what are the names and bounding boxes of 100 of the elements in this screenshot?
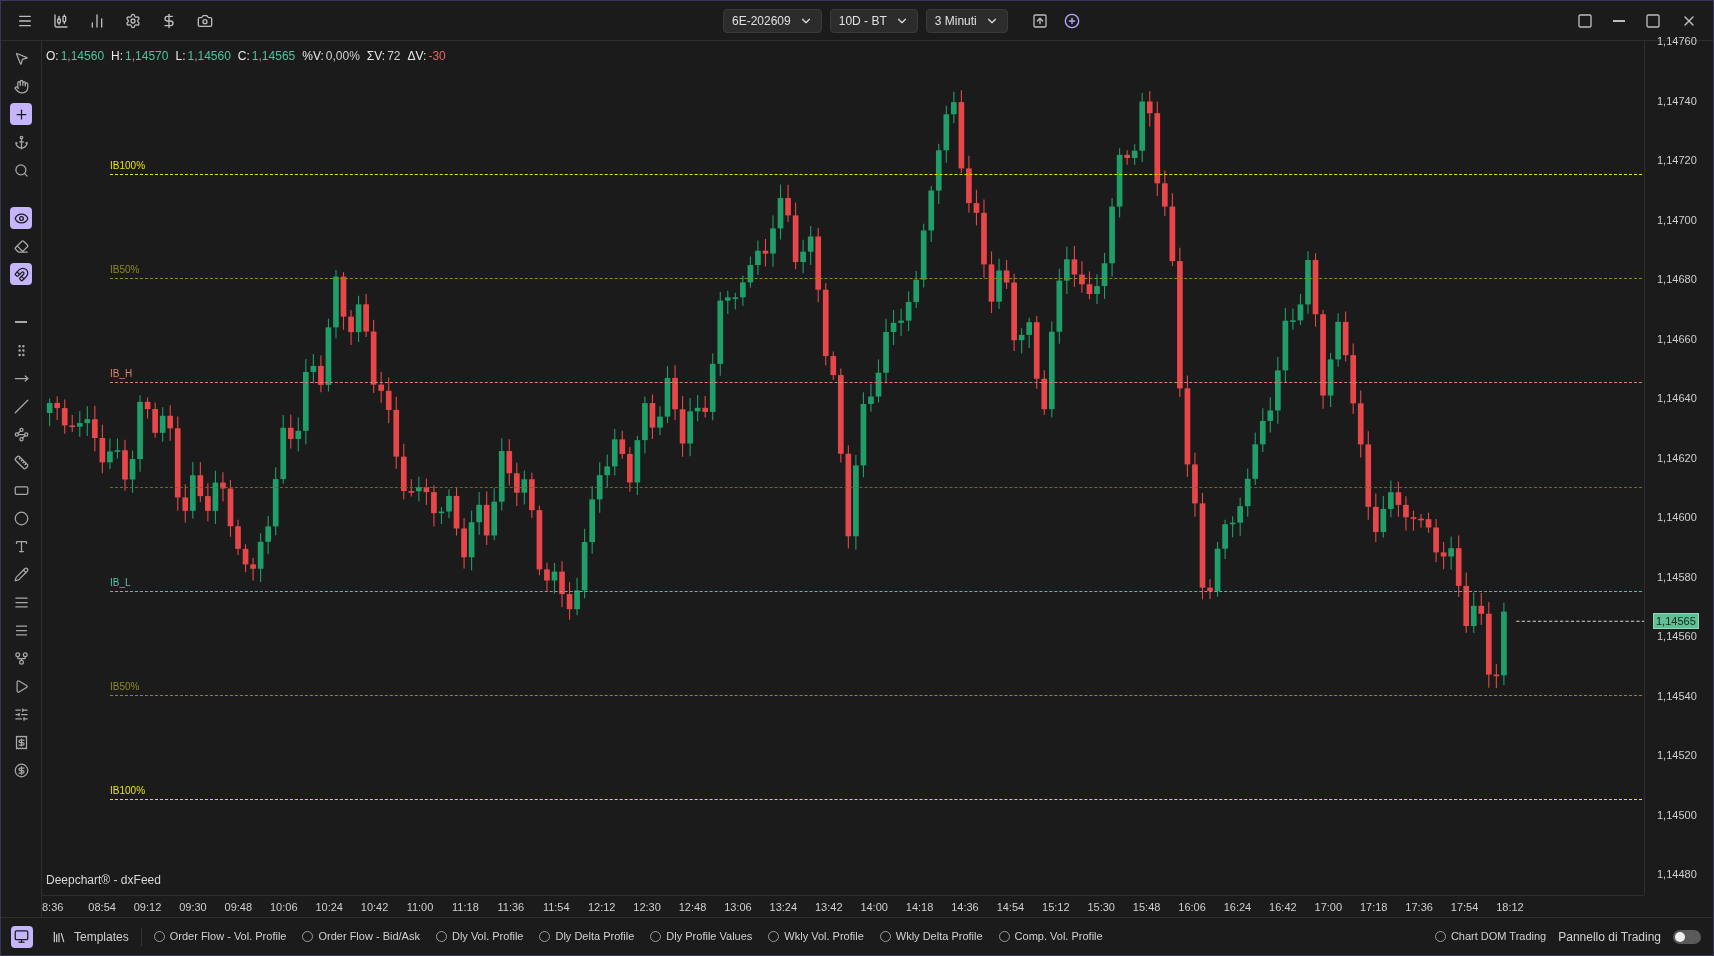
eye-tool[interactable] <box>10 207 32 229</box>
price-tick: 1,14760 <box>1657 36 1697 47</box>
price-tick: 1,14620 <box>1657 452 1697 464</box>
time-tick: 10:24 <box>315 900 343 915</box>
eye-icon <box>13 210 29 226</box>
level-label: IB100% <box>110 161 146 172</box>
eraser-icon <box>13 238 29 254</box>
add-icon <box>1063 13 1080 29</box>
template-option[interactable]: Order Flow - Bid/Ask <box>302 928 420 945</box>
time-tick: 12:12 <box>587 900 616 915</box>
time-tick: 16:42 <box>1269 900 1297 915</box>
dollar-icon <box>161 12 177 29</box>
dropdown[interactable]: 6E-202609 <box>723 9 822 33</box>
time-tick: 13:42 <box>814 900 843 915</box>
export-icon <box>1031 13 1048 29</box>
template-option[interactable]: Dly Vol. Profile <box>435 928 524 945</box>
time-tick: 11:54 <box>542 900 570 915</box>
template-option[interactable]: Order Flow - Vol. Profile <box>153 928 287 945</box>
template-option[interactable]: Wkly Delta Profile <box>879 928 983 945</box>
ohlc-value: 72 <box>387 48 401 65</box>
price-tick: 1,14640 <box>1657 393 1697 405</box>
time-tick: 15:12 <box>1042 900 1070 915</box>
price-tick: 1,14540 <box>1657 690 1697 702</box>
monitor-button[interactable] <box>10 925 33 948</box>
last-price-tag: 1,14565 <box>1653 613 1699 630</box>
fork-icon <box>13 650 29 666</box>
level-label: IB_L <box>110 577 131 588</box>
time-tick: 17:54 <box>1450 900 1479 915</box>
magnet-tool[interactable] <box>10 263 32 285</box>
time-tick: 16:06 <box>1178 900 1206 915</box>
receipt-icon <box>13 734 29 750</box>
level-label: IB100% <box>110 786 146 797</box>
time-tick: 11:36 <box>497 900 525 915</box>
data-source: Deepchart® - dxFeed <box>46 872 161 889</box>
time-tick: 8:36 <box>42 900 64 915</box>
ohlc-value: 1,14570 <box>125 48 169 65</box>
time-tick: 12:48 <box>678 900 707 915</box>
time-tick: 17:18 <box>1359 900 1388 915</box>
templates-button[interactable]: Templates <box>52 927 142 946</box>
maximize-icon <box>1645 12 1661 29</box>
time-tick: 18:12 <box>1496 900 1524 915</box>
text-icon <box>13 538 29 554</box>
time-tick: 17:00 <box>1314 900 1343 915</box>
layout-icon <box>1577 12 1593 29</box>
time-tick: 08:54 <box>88 900 116 915</box>
monitor-icon <box>14 929 29 944</box>
price-tick: 1,14580 <box>1657 571 1697 583</box>
time-tick: 14:00 <box>860 900 888 915</box>
time-tick: 13:24 <box>769 900 798 915</box>
ellipse-icon <box>13 510 29 526</box>
level-label: IB50% <box>110 265 140 276</box>
templates-icon <box>52 929 66 944</box>
dollar-icon <box>13 762 29 778</box>
price-tick: 1,14660 <box>1657 333 1697 345</box>
sliders-icon <box>13 706 29 722</box>
time-tick: 15:30 <box>1087 900 1115 915</box>
ohlc-value: -30 <box>428 48 446 65</box>
template-option[interactable]: Dly Delta Profile <box>539 928 635 945</box>
hand-icon <box>13 78 29 94</box>
template-option[interactable]: Wkly Vol. Profile <box>768 928 864 945</box>
time-tick: 14:36 <box>951 900 979 915</box>
crosshair-tool[interactable] <box>10 103 32 125</box>
toggle-switch[interactable] <box>1673 929 1701 944</box>
price-tick: 1,14480 <box>1657 869 1697 881</box>
price-tick: 1,14520 <box>1657 750 1697 762</box>
time-tick: 14:54 <box>996 900 1025 915</box>
price-tick: 1,14600 <box>1657 512 1697 524</box>
lines-icon <box>13 594 29 610</box>
camera-icon <box>197 12 213 29</box>
lines-icon <box>13 622 29 638</box>
time-tick: 11:18 <box>452 900 479 915</box>
search-icon <box>13 162 29 178</box>
time-tick: 09:48 <box>224 900 253 915</box>
time-tick: 11:00 <box>406 900 434 915</box>
time-tick: 16:24 <box>1223 900 1252 915</box>
time-tick: 17:36 <box>1405 900 1433 915</box>
ohlc-value: 1,14565 <box>251 48 296 65</box>
ohlc-value: 0,00% <box>325 48 360 65</box>
price-tick: 1,14740 <box>1657 95 1697 107</box>
ohlc-label: ΔV: <box>407 48 427 65</box>
pointer-icon <box>13 50 29 66</box>
time-tick: 09:12 <box>133 900 162 915</box>
polyline-icon <box>13 426 29 442</box>
template-option[interactable]: Dly Profile Values <box>650 928 753 945</box>
level-label: IB50% <box>110 682 140 693</box>
ruler-icon <box>13 454 29 470</box>
dropdown[interactable]: 10D - BT <box>829 9 918 33</box>
ohlc-value: 1,14560 <box>60 48 105 65</box>
template-option[interactable]: Comp. Vol. Profile <box>998 928 1103 945</box>
ohlc-label: L: <box>175 48 186 65</box>
bar-chart-icon <box>89 12 105 29</box>
dom-option[interactable]: Chart DOM Trading <box>1434 928 1547 945</box>
candlestick-icon <box>53 12 69 29</box>
time-tick: 14:18 <box>905 900 934 915</box>
pencil-icon <box>13 566 29 582</box>
price-tick: 1,14680 <box>1657 274 1697 286</box>
anchor-icon <box>13 134 29 150</box>
dropdown[interactable]: 3 Minuti <box>925 9 1008 33</box>
toggle-label: Pannello di Trading <box>1558 928 1661 946</box>
price-tick: 1,14700 <box>1657 214 1697 226</box>
